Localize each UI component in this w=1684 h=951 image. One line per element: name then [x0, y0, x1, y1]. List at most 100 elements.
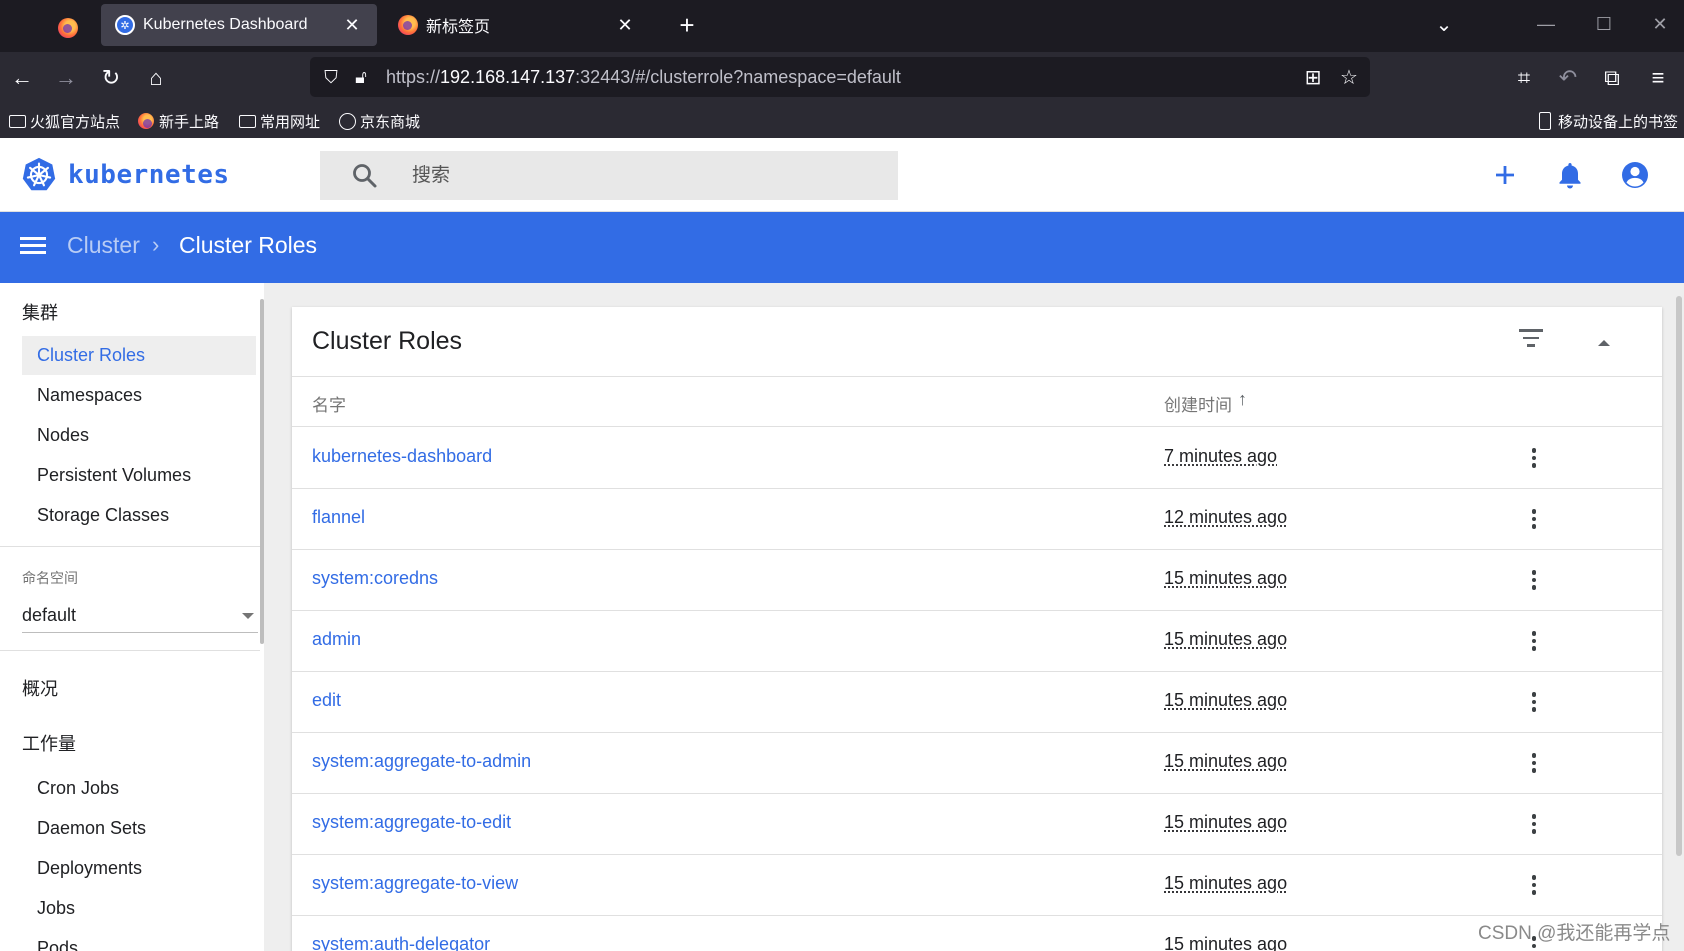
- created-age: 15 minutes ago: [1164, 873, 1288, 893]
- forward-icon[interactable]: →: [50, 62, 82, 94]
- sidebar-item-pods[interactable]: Pods: [22, 929, 256, 951]
- main-content: Cluster Roles 名字 创建时间 ↑ kubernetes-dashb…: [264, 283, 1684, 951]
- bookmark-item[interactable]: 京东商城: [338, 110, 420, 132]
- created-age: 7 minutes ago: [1164, 446, 1278, 466]
- home-icon[interactable]: ⌂: [140, 62, 172, 94]
- sidebar-section-workloads[interactable]: 工作量: [22, 730, 76, 756]
- mobile-bookmarks[interactable]: 移动设备上的书签: [1536, 110, 1678, 132]
- cluster-role-link[interactable]: system:aggregate-to-edit: [312, 812, 511, 833]
- more-vert-icon[interactable]: [1522, 504, 1546, 534]
- account-circle-icon[interactable]: [1616, 156, 1654, 194]
- search-bar[interactable]: [320, 151, 898, 200]
- sidebar-item-namespaces[interactable]: Namespaces: [22, 376, 256, 415]
- sidebar-divider: [0, 546, 260, 547]
- more-vert-icon[interactable]: [1522, 809, 1546, 839]
- firefox-icon: [137, 113, 155, 129]
- cluster-role-link[interactable]: admin: [312, 629, 361, 650]
- pinned-tab[interactable]: [42, 8, 94, 48]
- sidebar-item-overview[interactable]: 概况: [22, 675, 58, 701]
- sidebar: 集群 Cluster Roles Namespaces Nodes Persis…: [0, 283, 264, 951]
- more-vert-icon[interactable]: [1522, 443, 1546, 473]
- table-row: edit 15 minutes ago: [292, 672, 1662, 733]
- close-tab-icon[interactable]: ✕: [614, 14, 636, 36]
- collapse-arrow-icon[interactable]: [1592, 331, 1616, 355]
- window-close-icon[interactable]: ✕: [1640, 10, 1680, 38]
- cluster-role-link[interactable]: system:aggregate-to-admin: [312, 751, 531, 772]
- sidebar-divider: [0, 650, 260, 651]
- browser-tab-bar: ✲ Kubernetes Dashboard ✕ 新标签页 ✕ + ⌄ — ☐ …: [0, 0, 1684, 52]
- more-vert-icon[interactable]: [1522, 870, 1546, 900]
- cluster-role-link[interactable]: system:aggregate-to-view: [312, 873, 518, 894]
- close-tab-icon[interactable]: ✕: [341, 14, 363, 36]
- more-vert-icon[interactable]: [1522, 687, 1546, 717]
- bookmark-label: 京东商城: [360, 113, 421, 131]
- tab-title: 新标签页: [426, 19, 491, 36]
- bookmark-star-icon[interactable]: ☆: [1334, 62, 1364, 92]
- bookmark-label: 移动设备上的书签: [1558, 113, 1679, 131]
- search-input[interactable]: [412, 164, 872, 187]
- tab-title: Kubernetes Dashboard: [143, 16, 308, 33]
- sidebar-item-deployments[interactable]: Deployments: [22, 849, 256, 888]
- tab-kubernetes-dashboard[interactable]: ✲ Kubernetes Dashboard ✕: [101, 4, 377, 46]
- namespace-select[interactable]: default: [22, 599, 258, 633]
- sidebar-item-cron-jobs[interactable]: Cron Jobs: [22, 769, 256, 808]
- sidebar-item-daemon-sets[interactable]: Daemon Sets: [22, 809, 256, 848]
- app-header: kubernetes: [0, 138, 1684, 212]
- watermark: CSDN @我还能再学点: [1478, 923, 1671, 944]
- menu-hamburger-icon[interactable]: [20, 234, 46, 260]
- sidebar-item-storage-classes[interactable]: Storage Classes: [22, 496, 256, 535]
- more-vert-icon[interactable]: [1522, 626, 1546, 656]
- lock-icon[interactable]: 🔓︎: [346, 62, 376, 92]
- kubernetes-logo[interactable]: kubernetes: [20, 156, 230, 194]
- undo-icon[interactable]: ↶: [1552, 62, 1584, 94]
- more-vert-icon[interactable]: [1522, 748, 1546, 778]
- create-plus-icon[interactable]: [1486, 156, 1524, 194]
- more-vert-icon[interactable]: [1522, 565, 1546, 595]
- new-tab-button[interactable]: +: [672, 10, 702, 40]
- card-title: Cluster Roles: [312, 327, 463, 355]
- list-all-tabs-icon[interactable]: ⌄: [1432, 12, 1456, 36]
- screenshot-crop-icon[interactable]: ⌗: [1508, 62, 1540, 94]
- breadcrumb-current: Cluster Roles: [179, 232, 318, 258]
- sidebar-item-nodes[interactable]: Nodes: [22, 416, 256, 455]
- column-header-created[interactable]: 创建时间: [1164, 391, 1232, 416]
- extensions-icon[interactable]: ⧉: [1596, 62, 1628, 94]
- bookmark-item[interactable]: 常用网址: [238, 110, 320, 132]
- page-scrollbar[interactable]: [1676, 296, 1682, 856]
- table-row: system:aggregate-to-admin 15 minutes ago: [292, 733, 1662, 794]
- maximize-icon[interactable]: ☐: [1584, 10, 1624, 38]
- qr-code-icon[interactable]: ⊞: [1298, 62, 1328, 92]
- sidebar-item-jobs[interactable]: Jobs: [22, 889, 256, 928]
- tab-new-tab[interactable]: 新标签页 ✕: [384, 4, 650, 46]
- filter-icon[interactable]: [1518, 329, 1544, 355]
- created-age: 15 minutes ago: [1164, 568, 1288, 588]
- menu-icon[interactable]: ≡: [1642, 62, 1674, 94]
- cluster-role-link[interactable]: flannel: [312, 507, 365, 528]
- notifications-bell-icon[interactable]: [1551, 156, 1589, 194]
- sort-arrow-up-icon[interactable]: ↑: [1238, 389, 1247, 410]
- cluster-role-link[interactable]: system:auth-delegator: [312, 934, 490, 951]
- bookmark-label: 新手上路: [159, 113, 220, 131]
- bookmarks-toolbar: 火狐官方站点 新手上路 常用网址 京东商城 移动设备上的书签: [0, 103, 1684, 138]
- back-icon[interactable]: ←: [6, 62, 38, 94]
- minimize-icon[interactable]: —: [1526, 10, 1566, 38]
- sidebar-item-persistent-volumes[interactable]: Persistent Volumes: [22, 456, 256, 495]
- cluster-role-link[interactable]: system:coredns: [312, 568, 438, 589]
- address-bar[interactable]: ⛉ 🔓︎ https://192.168.147.137:32443/#/clu…: [310, 57, 1370, 97]
- bookmark-item[interactable]: 新手上路: [137, 110, 219, 132]
- sidebar-item-cluster-roles[interactable]: Cluster Roles: [22, 336, 256, 375]
- cluster-role-link[interactable]: edit: [312, 690, 341, 711]
- bookmark-label: 火狐官方站点: [30, 113, 121, 131]
- created-age: 15 minutes ago: [1164, 629, 1288, 649]
- column-header-name[interactable]: 名字: [312, 391, 346, 416]
- bookmark-item[interactable]: 火狐官方站点: [8, 110, 120, 132]
- cluster-role-link[interactable]: kubernetes-dashboard: [312, 446, 492, 467]
- reload-icon[interactable]: ↻: [95, 62, 127, 94]
- created-age: 12 minutes ago: [1164, 507, 1288, 527]
- table-row: system:aggregate-to-view 15 minutes ago: [292, 855, 1662, 916]
- folder-icon: [238, 113, 256, 129]
- kubernetes-wheel-icon: [22, 157, 56, 191]
- shield-icon[interactable]: ⛉: [316, 62, 346, 92]
- url-text[interactable]: https://192.168.147.137:32443/#/clusterr…: [386, 67, 1298, 88]
- breadcrumb-cluster[interactable]: Cluster: [67, 232, 140, 259]
